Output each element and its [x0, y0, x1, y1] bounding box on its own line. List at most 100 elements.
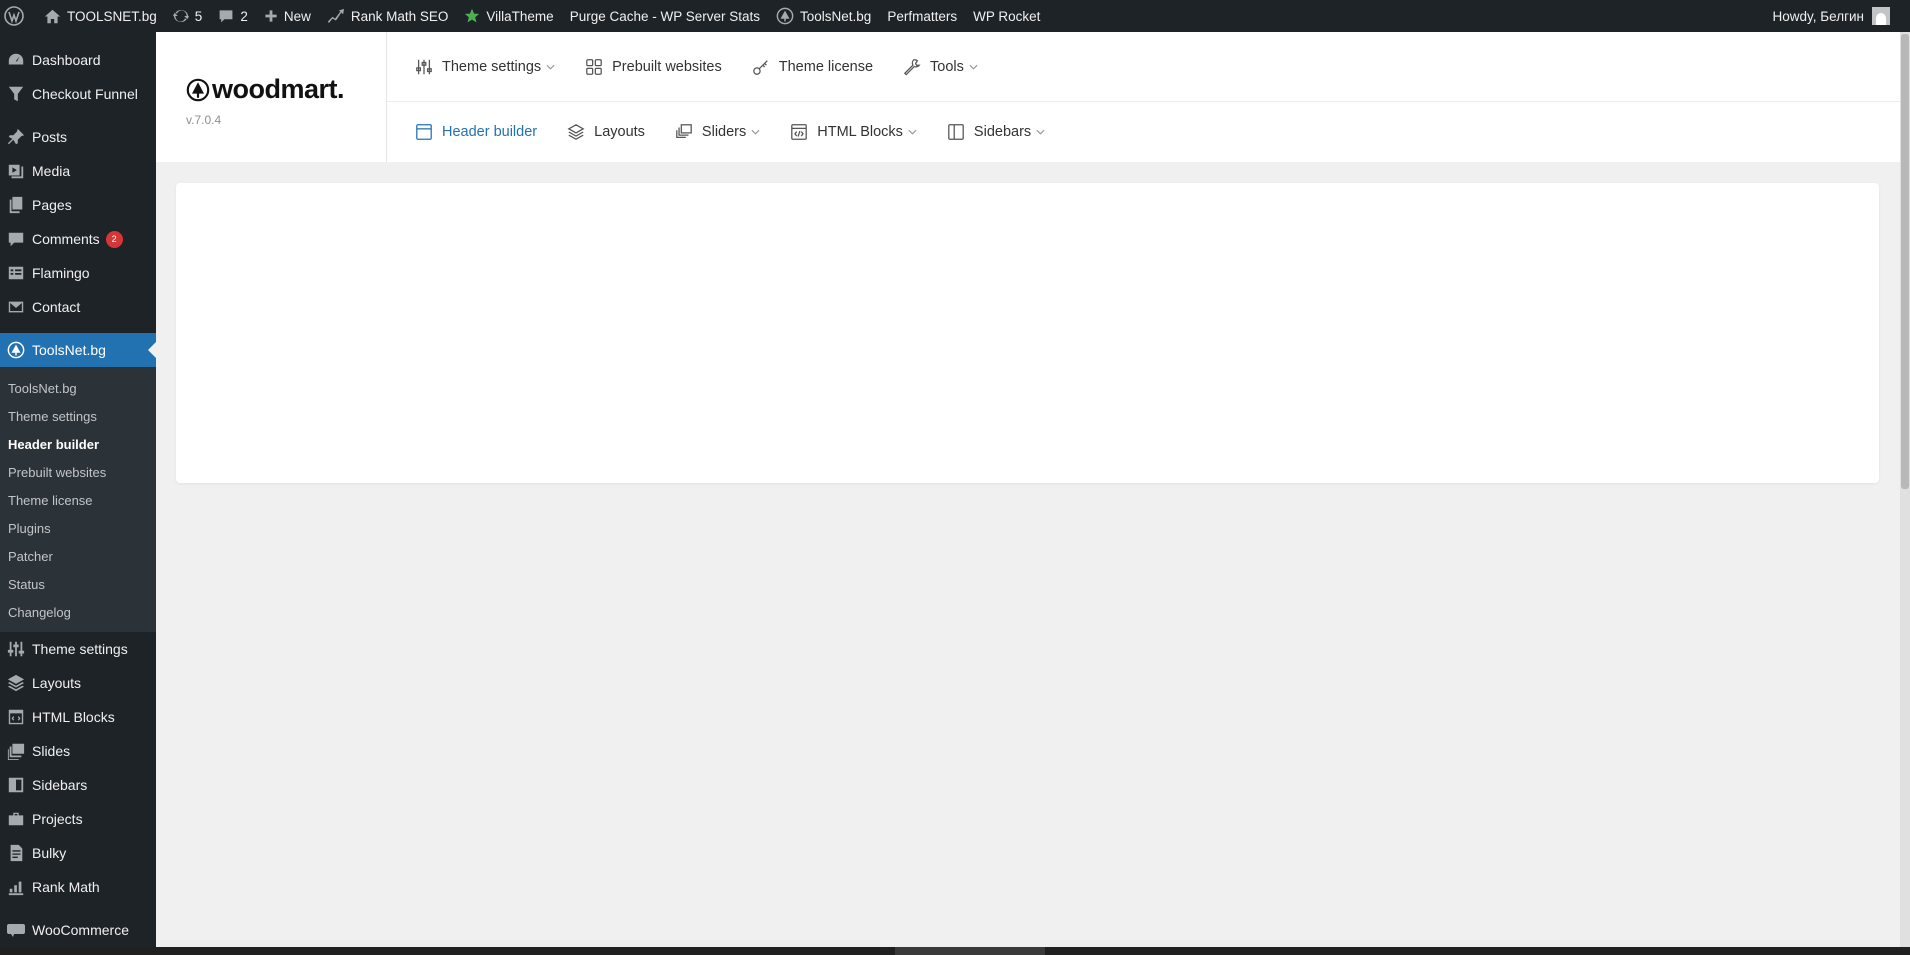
rank-math-icon — [327, 8, 344, 24]
scrollbar-thumb[interactable] — [1901, 34, 1909, 489]
submenu-theme-settings[interactable]: Theme settings — [0, 402, 156, 430]
slides-icon — [7, 743, 25, 760]
new-content-link[interactable]: New — [256, 0, 319, 32]
purge-cache-link[interactable]: Purge Cache - WP Server Stats — [562, 0, 768, 32]
header-builder-icon — [416, 124, 432, 140]
menu-html-blocks[interactable]: HTML Blocks — [0, 700, 156, 734]
submenu-status[interactable]: Status — [0, 570, 156, 598]
wordpress-icon — [4, 6, 24, 26]
site-name-label: TOOLSNET.bg — [67, 8, 157, 24]
menu-media[interactable]: Media — [0, 154, 156, 188]
submenu-header-builder[interactable]: Header builder — [0, 430, 156, 458]
nav-sidebars[interactable]: Sidebars — [947, 123, 1045, 141]
menu-layouts-label: Layouts — [32, 675, 82, 691]
menu-projects-label: Projects — [32, 811, 83, 827]
menu-posts-label: Posts — [32, 129, 68, 145]
page-scrollbar[interactable] — [1900, 32, 1910, 955]
menu-woocommerce-label: WooCommerce — [32, 922, 129, 938]
chevron-down-icon — [751, 129, 760, 135]
woodmart-brand: woodmart. v.7.0.4 — [156, 32, 387, 162]
taskbar-active-window[interactable] — [895, 947, 1045, 955]
menu-flamingo-label: Flamingo — [32, 265, 90, 281]
chevron-down-icon — [1036, 129, 1045, 135]
sliders-icon — [416, 59, 432, 74]
submenu-theme-license[interactable]: Theme license — [0, 486, 156, 514]
wordpress-logo-button[interactable] — [0, 0, 36, 32]
purge-cache-label: Purge Cache - WP Server Stats — [569, 8, 761, 24]
menu-bulky[interactable]: Bulky — [0, 836, 156, 870]
menu-sidebars[interactable]: Sidebars — [0, 768, 156, 802]
comment-icon — [219, 10, 233, 23]
menu-sidebars-label: Sidebars — [32, 777, 88, 793]
site-name-link[interactable]: TOOLSNET.bg — [36, 0, 165, 32]
submenu-changelog[interactable]: Changelog — [0, 598, 156, 626]
nav-prebuilt-websites[interactable]: Prebuilt websites — [585, 58, 722, 76]
admin-sidebar: Dashboard Checkout Funnel Posts Media Pa… — [0, 32, 156, 955]
menu-layouts[interactable]: Layouts — [0, 666, 156, 700]
my-account-link[interactable]: Howdy, Белгин — [1773, 0, 1890, 32]
new-label: New — [283, 8, 311, 24]
toolsnet-submenu: ToolsNet.bg Theme settings Header builde… — [0, 367, 156, 632]
document-icon — [10, 844, 23, 862]
menu-woocommerce[interactable]: WooCommerce — [0, 913, 156, 947]
menu-rank-math[interactable]: Rank Math — [0, 870, 156, 904]
dashboard-icon — [8, 53, 24, 65]
code-block-icon — [8, 709, 24, 725]
layers-icon — [7, 674, 25, 692]
submenu-plugins[interactable]: Plugins — [0, 514, 156, 542]
submenu-patcher[interactable]: Patcher — [0, 542, 156, 570]
nav-sliders[interactable]: Sliders — [675, 123, 760, 141]
submenu-toolsnet[interactable]: ToolsNet.bg — [0, 374, 156, 402]
pages-icon — [9, 196, 23, 214]
sidebar-icon — [8, 777, 24, 793]
menu-comments-label: Comments — [32, 231, 100, 247]
updates-count: 5 — [194, 8, 203, 24]
nav-html-blocks[interactable]: HTML Blocks — [790, 123, 917, 141]
chevron-down-icon — [546, 64, 555, 70]
menu-toolsnet[interactable]: ToolsNet.bg — [0, 333, 156, 367]
wp-rocket-link[interactable]: WP Rocket — [965, 0, 1048, 32]
woodmart-nav-row-secondary: Header builder Layouts Sliders HTML Bloc… — [387, 102, 1900, 162]
menu-dashboard[interactable]: Dashboard — [0, 43, 156, 77]
rank-math-link[interactable]: Rank Math SEO — [319, 0, 457, 32]
menu-html-blocks-label: HTML Blocks — [32, 709, 115, 725]
menu-checkout-funnel[interactable]: Checkout Funnel — [0, 77, 156, 111]
menu-comments[interactable]: Comments 2 — [0, 222, 156, 256]
mail-icon — [8, 301, 24, 313]
chevron-down-icon — [908, 129, 917, 135]
list-icon — [8, 266, 24, 280]
villatheme-link[interactable]: VillaTheme — [456, 0, 561, 32]
submenu-prebuilt-websites[interactable]: Prebuilt websites — [0, 458, 156, 486]
nav-theme-license[interactable]: Theme license — [752, 58, 873, 76]
home-icon — [44, 9, 61, 23]
villatheme-label: VillaTheme — [486, 8, 554, 24]
toolsnet-label: ToolsNet.bg — [800, 8, 872, 24]
nav-header-builder[interactable]: Header builder — [415, 123, 537, 141]
chevron-down-icon — [969, 64, 978, 70]
perfmatters-link[interactable]: Perfmatters — [879, 0, 965, 32]
menu-pages[interactable]: Pages — [0, 188, 156, 222]
sidebar-icon — [948, 124, 964, 140]
menu-posts[interactable]: Posts — [0, 120, 156, 154]
header-builder-panel — [176, 183, 1879, 483]
menu-pages-label: Pages — [32, 197, 72, 213]
toolsnet-link[interactable]: ToolsNet.bg — [768, 0, 879, 32]
sliders-icon — [7, 641, 25, 657]
menu-theme-settings[interactable]: Theme settings — [0, 632, 156, 666]
nav-theme-settings[interactable]: Theme settings — [415, 58, 555, 76]
menu-flamingo[interactable]: Flamingo — [0, 256, 156, 290]
comments-link[interactable]: 2 — [210, 0, 256, 32]
menu-projects[interactable]: Projects — [0, 802, 156, 836]
media-icon — [8, 164, 24, 179]
woocommerce-icon — [7, 924, 25, 937]
menu-rank-math-label: Rank Math — [32, 879, 100, 895]
updates-link[interactable]: 5 — [165, 0, 211, 32]
nav-theme-license-label: Theme license — [778, 58, 874, 75]
nav-header-builder-label: Header builder — [442, 124, 538, 140]
menu-checkout-funnel-label: Checkout Funnel — [32, 86, 138, 102]
menu-slides[interactable]: Slides — [0, 734, 156, 768]
menu-contact[interactable]: Contact — [0, 290, 156, 324]
nav-tools[interactable]: Tools — [903, 58, 978, 76]
nav-layouts[interactable]: Layouts — [567, 123, 645, 141]
comments-count: 2 — [240, 8, 248, 24]
